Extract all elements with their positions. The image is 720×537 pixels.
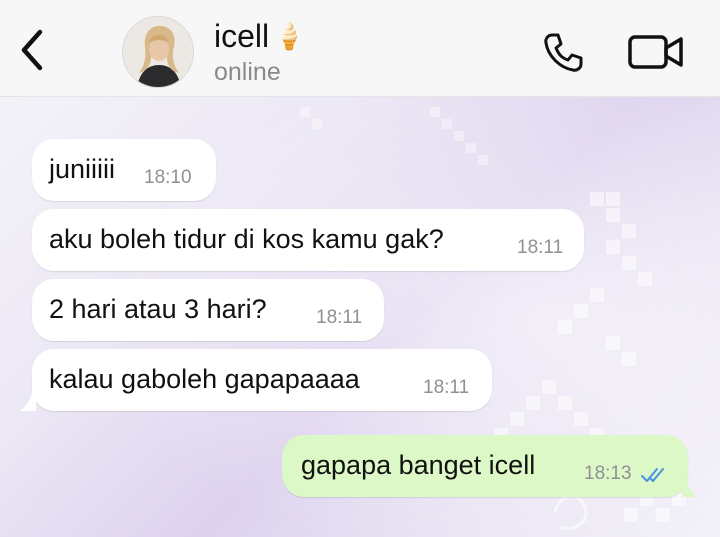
message-bubble-incoming[interactable]: 2 hari atau 3 hari? 18:11 bbox=[32, 279, 384, 341]
contact-name-text: icell bbox=[214, 18, 270, 54]
avatar[interactable] bbox=[122, 16, 194, 88]
message-time: 18:10 bbox=[144, 167, 192, 188]
ice-cream-icon: 🍦 bbox=[273, 21, 306, 51]
contact-status: online bbox=[214, 58, 281, 86]
back-button[interactable] bbox=[10, 24, 54, 76]
double-check-read-icon bbox=[641, 468, 664, 482]
message-time: 18:11 bbox=[316, 307, 363, 328]
message-bubble-incoming[interactable]: juniiiii 18:10 bbox=[32, 139, 216, 201]
message-bubble-incoming[interactable]: kalau gaboleh gapapaaaa 18:11 bbox=[32, 349, 492, 411]
bubble-tail bbox=[682, 479, 698, 497]
chat-area[interactable]: juniiiii 18:10 aku boleh tidur di kos ka… bbox=[0, 97, 720, 537]
avatar-photo bbox=[123, 17, 193, 87]
message-text: juniiiii bbox=[49, 154, 116, 184]
phone-icon bbox=[544, 33, 583, 72]
message-text: aku boleh tidur di kos kamu gak? bbox=[49, 224, 444, 254]
chat-header: icell 🍦 online bbox=[0, 0, 720, 97]
video-camera-icon bbox=[628, 35, 683, 69]
voice-call-button[interactable] bbox=[536, 26, 590, 80]
message-text: kalau gaboleh gapapaaaa bbox=[49, 364, 360, 394]
bubble-tail bbox=[20, 393, 36, 411]
video-call-button[interactable] bbox=[626, 30, 686, 74]
message-text: gapapa banget icell bbox=[301, 450, 536, 480]
contact-name[interactable]: icell 🍦 bbox=[214, 18, 306, 55]
message-bubble-outgoing[interactable]: gapapa banget icell 18:13 bbox=[282, 435, 688, 497]
message-time: 18:13 bbox=[584, 463, 632, 484]
chevron-left-icon bbox=[21, 29, 43, 71]
message-time: 18:11 bbox=[517, 237, 564, 258]
message-text: 2 hari atau 3 hari? bbox=[49, 294, 267, 324]
message-time: 18:11 bbox=[423, 377, 470, 398]
message-bubble-incoming[interactable]: aku boleh tidur di kos kamu gak? 18:11 bbox=[32, 209, 584, 271]
